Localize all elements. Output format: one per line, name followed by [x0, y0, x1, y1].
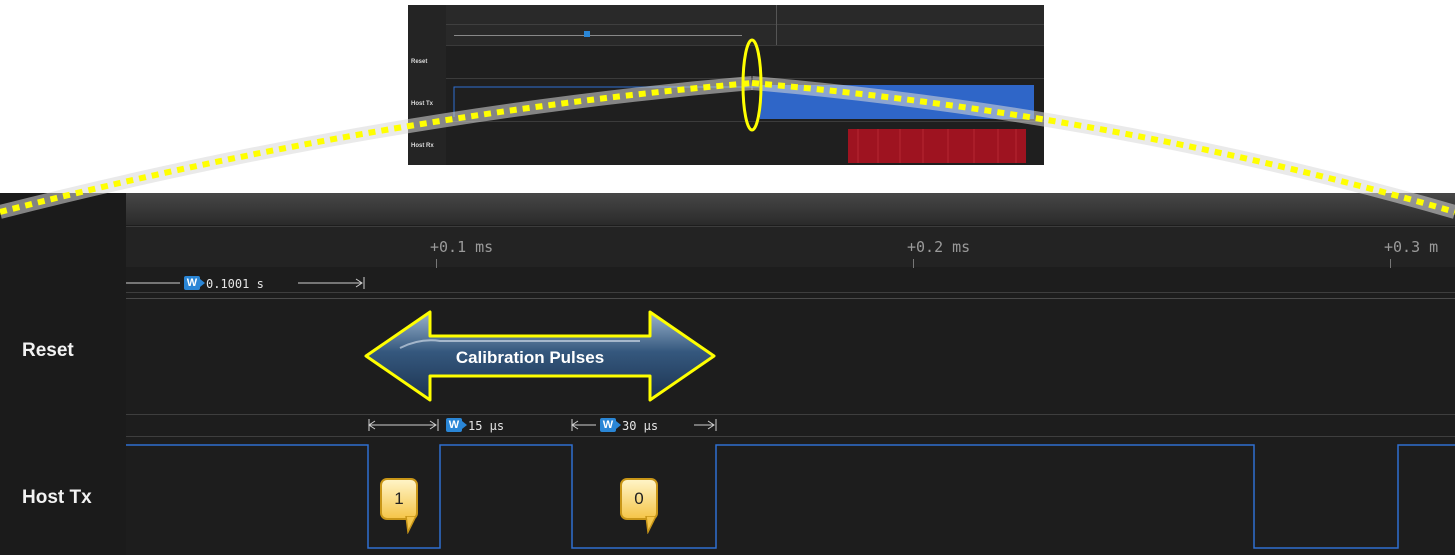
overview-window: Reset Host Tx Host Rx — [408, 5, 1044, 165]
bit-callout-1: 1 — [380, 478, 418, 520]
overview-host-rx-burst — [848, 129, 1026, 163]
host-tx-waveform — [126, 444, 1455, 549]
zoomed-waveform-window: +0.1 ms +0.2 ms +0.3 m W 0.1001 s Reset — [0, 193, 1455, 555]
logic-analyzer-screenshot: Reset Host Tx Host Rx +0.1 ms +0.2 ms +0… — [0, 0, 1455, 555]
overview-waveforms — [453, 85, 1034, 163]
overview-host-tx-burst — [760, 85, 1034, 119]
bit-callout-0: 0 — [620, 478, 658, 520]
callout-tail — [645, 516, 657, 534]
callout-tail — [405, 516, 417, 534]
